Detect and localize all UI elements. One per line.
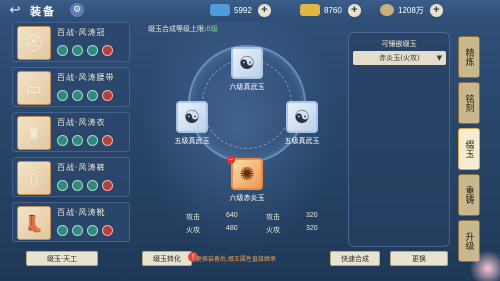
inlay-limit-value: 8级 [206,25,218,33]
stat-row: 攻击 640 攻击 320 [186,212,346,225]
gem-icon [72,135,83,146]
fire-jade-icon: ✺ [239,163,255,185]
yinyang-icon: ☯ [238,52,256,74]
gem-icon [102,225,113,236]
resource-gold: 8760 + [300,3,361,17]
equipment-item-armor[interactable]: ♜ 百战·风涛衣 [12,112,130,152]
gem-icon [57,45,68,56]
flower-decoration [470,250,500,281]
gem-icon [72,45,83,56]
equipment-item-boots[interactable]: 👢 百战·风涛靴 [12,202,130,242]
boots-icon: 👢 [17,206,51,240]
tab-engrave[interactable]: 铭刻 [458,82,480,124]
stat-name: 火攻 [186,227,200,234]
gem-icon [72,225,83,236]
gem-icon [87,225,98,236]
jade-type-selected: 赤炎玉(火攻) [379,54,420,62]
gem-sockets [57,180,113,191]
coin-icon [380,4,394,16]
gem-icon [102,135,113,146]
equipment-item-helmet[interactable]: ⛑ 百战·风涛冠 [12,22,130,62]
stat-name: 攻击 [266,214,280,221]
gem-sockets [57,225,113,236]
coin-count: 1208万 [398,5,424,15]
gem-sockets [57,135,113,146]
jade-stats: 攻击 640 攻击 320 火攻 480 火攻 320 [186,212,346,238]
equipment-name: 百战·风涛靴 [57,208,106,217]
back-arrow-icon[interactable]: ↩ [4,2,26,18]
add-gems-button[interactable]: + [257,3,271,17]
belt-icon: ▭ [17,71,51,105]
gem-sockets [57,90,113,101]
top-bar: ↩ 装备 ⚙ 5992 + 8760 + 1208万 + [0,0,500,20]
stat-row: 火攻 480 火攻 320 [186,225,346,238]
add-gold-button[interactable]: + [347,3,361,17]
equipment-name: 百战·风涛衣 [57,118,106,127]
jade-slot-bottom[interactable]: ✺ [231,158,263,190]
equipment-item-belt[interactable]: ▭ 百战·风涛腰带 [12,67,130,107]
gem-count: 5992 [234,5,252,15]
gear-icon[interactable]: ⚙ [70,3,84,17]
page-title: 装备 [30,5,56,18]
blue-gem-icon [210,4,230,16]
slot-label: 六级赤炎玉 [229,194,265,202]
tab-inlay[interactable]: 缀玉 [458,128,480,170]
jade-slot-left[interactable]: ☯ [176,101,208,133]
yinyang-icon: ☯ [183,106,201,128]
yinyang-icon: ☯ [293,106,311,128]
stat-value: 320 [306,212,318,219]
equipment-list: ⛑ 百战·风涛冠 ▭ 百战·风涛腰带 ♜ 百战·风涛衣 ▯ 百战·风涛裤 👢 百… [12,22,132,252]
gem-icon [72,90,83,101]
add-coins-button[interactable]: + [429,3,443,17]
resource-coins: 1208万 + [380,3,443,17]
stat-value: 320 [306,225,318,232]
inherit-note: 更换装备后,缀玉属性直接继承 [196,256,276,263]
convert-button[interactable]: 缀玉转化 [142,251,192,266]
slot-label: 五级真武玉 [174,137,210,145]
jade-slot-top[interactable]: ☯ [231,47,263,79]
equipment-name: 百战·风涛裤 [57,163,106,172]
armor-icon: ♜ [17,116,51,150]
gem-icon [102,90,113,101]
available-jade-panel: 可镶嵌缀玉 赤炎玉(火攻) ▼ [348,32,450,247]
chevron-down-icon: ▼ [436,54,442,62]
gem-icon [87,90,98,101]
stat-name: 攻击 [186,214,200,221]
helmet-icon: ⛑ [17,26,51,60]
gem-icon [87,135,98,146]
gold-count: 8760 [324,5,342,15]
equipment-name: 百战·风涛腰带 [57,73,115,82]
gem-icon [57,225,68,236]
pants-icon: ▯ [17,161,51,195]
gem-icon [57,135,68,146]
equipment-item-pants[interactable]: ▯ 百战·风涛裤 [12,157,130,197]
jade-sky-button[interactable]: 缀玉·天工 [26,251,98,266]
gem-icon [102,180,113,191]
gem-icon [72,180,83,191]
tab-refine[interactable]: 精炼 [458,36,480,78]
stat-value: 480 [226,225,238,232]
fast-compose-button[interactable]: 快速合成 [330,251,380,266]
gold-ingot-icon [300,4,320,16]
gem-icon [57,90,68,101]
gem-sockets [57,45,113,56]
gem-icon [87,180,98,191]
stat-value: 640 [226,212,238,219]
remove-icon[interactable]: − [227,156,235,164]
resource-gems: 5992 + [210,3,271,17]
slot-label: 五级真武玉 [284,137,320,145]
tab-recast[interactable]: 重铸 [458,174,480,216]
inlay-limit-label: 缀玉合成等级上限: [148,25,207,33]
gem-icon [87,45,98,56]
slot-label: 六级真武玉 [229,83,265,91]
jade-slot-right[interactable]: ☯ [286,101,318,133]
gem-icon [102,45,113,56]
available-jade-title: 可镶嵌缀玉 [381,40,417,48]
jade-type-dropdown[interactable]: 赤炎玉(火攻) ▼ [353,51,446,65]
equipment-name: 百战·风涛冠 [57,28,106,37]
stat-name: 火攻 [266,227,280,234]
inlay-limit: 缀玉合成等级上限:8级 [148,24,218,34]
replace-button[interactable]: 更换 [390,251,448,266]
gem-icon [57,180,68,191]
